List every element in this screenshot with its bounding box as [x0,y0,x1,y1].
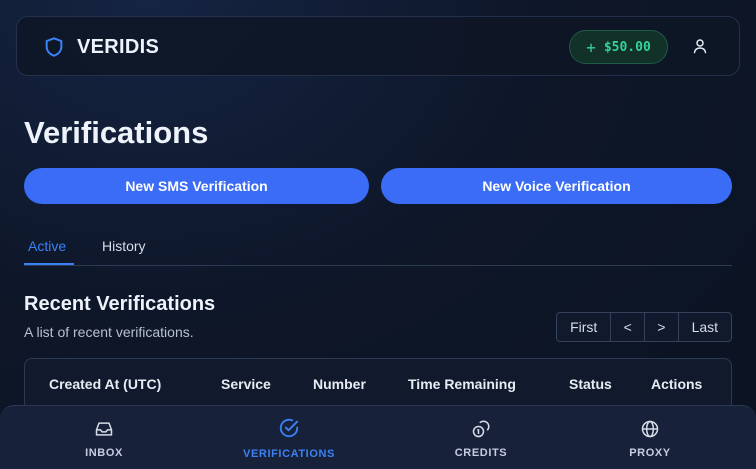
new-voice-verification-button[interactable]: New Voice Verification [381,168,732,204]
coins-icon [472,420,490,438]
brand-name: VERIDIS [77,35,160,58]
nav-inbox-label: INBOX [85,447,123,459]
balance-amount: $50.00 [603,39,651,55]
plus-icon: + [586,37,596,57]
nav-verifications-label: VERIFICATIONS [243,448,335,460]
check-circle-icon [279,418,299,438]
nav-inbox[interactable]: INBOX [64,406,144,469]
nav-credits[interactable]: CREDITS [441,406,521,469]
nav-verifications[interactable]: VERIFICATIONS [229,406,349,469]
pagination-prev-button[interactable]: < [611,313,645,341]
shield-icon [45,37,63,57]
tab-active[interactable]: Active [28,238,66,254]
user-icon[interactable] [692,38,708,54]
inbox-icon [95,422,113,436]
pagination: First < > Last [556,312,732,342]
top-header: VERIDIS + $50.00 [16,16,740,76]
nav-credits-label: CREDITS [454,447,508,459]
column-header-number[interactable]: Number [313,376,366,392]
section-subtitle: A list of recent verifications. [24,324,194,340]
tab-history[interactable]: History [102,238,146,254]
column-header-created-at[interactable]: Created At (UTC) [49,376,161,392]
column-header-time-remaining[interactable]: Time Remaining [408,376,516,392]
pagination-first-button[interactable]: First [557,313,612,341]
pagination-next-button[interactable]: > [645,313,679,341]
nav-proxy[interactable]: PROXY [610,406,690,469]
balance-button[interactable]: + $50.00 [569,30,668,64]
new-sms-verification-button[interactable]: New SMS Verification [24,168,369,204]
column-header-service[interactable]: Service [221,376,271,392]
tabs: Active History [24,230,732,266]
page-title: Verifications [24,115,209,150]
active-tab-indicator [24,263,74,265]
section-title: Recent Verifications [24,293,216,315]
globe-icon [641,420,659,438]
brand[interactable]: VERIDIS [43,35,159,59]
pagination-last-button[interactable]: Last [679,313,731,341]
nav-proxy-label: PROXY [629,447,671,459]
bottom-nav: INBOX VERIFICATIONS CREDITS PROXY [0,405,756,469]
column-header-actions[interactable]: Actions [651,376,702,392]
column-header-status[interactable]: Status [569,376,612,392]
